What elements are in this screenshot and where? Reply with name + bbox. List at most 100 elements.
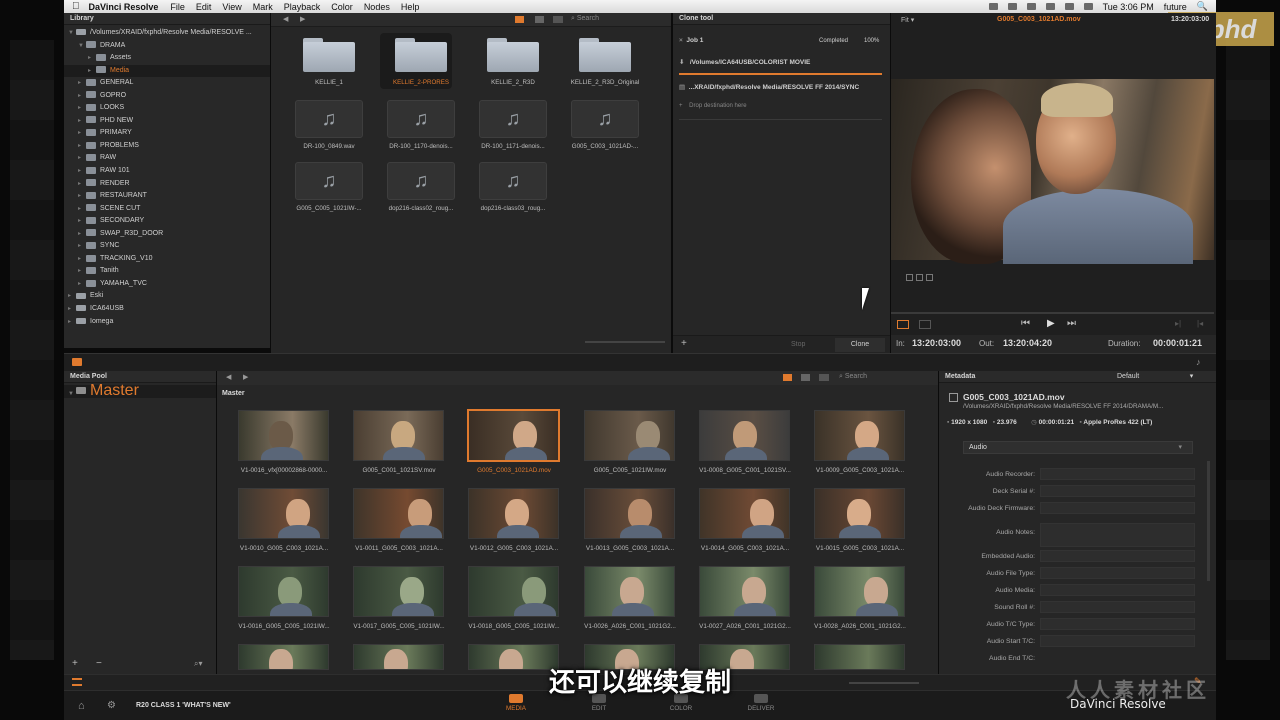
list-toggle-icon[interactable] [72, 678, 82, 686]
tree-item[interactable]: ▸ GOPRO [64, 90, 270, 103]
tree-item[interactable]: ▸ RESTAURANT [64, 190, 270, 203]
grid-view-icon[interactable] [783, 374, 792, 381]
tree-item[interactable]: ▸ Tanith [64, 265, 270, 278]
menu-edit[interactable]: Edit [196, 2, 212, 12]
clip-thumbnail[interactable] [699, 566, 790, 617]
stop-button[interactable]: Stop [791, 341, 805, 348]
remove-bin-icon[interactable]: − [96, 658, 102, 669]
apple-icon[interactable]:  [72, 1, 80, 12]
play-icon[interactable]: ▶ [1047, 318, 1055, 329]
search-bin-icon[interactable]: ⌕▾ [194, 659, 203, 669]
sort-icon[interactable] [819, 374, 829, 381]
audio-file-icon[interactable]: ♫ [571, 100, 639, 138]
metadata-group-dropdown[interactable]: Audio ▾ [963, 441, 1193, 454]
clip-label[interactable]: V1-0014_G005_C003_1021A... [685, 545, 805, 552]
metadata-field-input[interactable] [1040, 618, 1195, 630]
add-bin-icon[interactable]: + [72, 658, 78, 669]
add-job-icon[interactable]: + [681, 338, 687, 349]
tree-item[interactable]: ▸ GENERAL [64, 77, 270, 90]
media-pool-icon[interactable] [72, 358, 82, 366]
audio-file-icon[interactable]: ♫ [295, 100, 363, 138]
disclosure-icon[interactable]: ▸ [78, 178, 86, 191]
metadata-preset[interactable]: Default ▾ [1117, 371, 1193, 383]
tree-root[interactable]: ▼/Volumes/XRAID/fxphd/Resolve Media/RESO… [64, 27, 270, 40]
clip-label[interactable]: V1-0012_G005_C003_1021A... [454, 545, 574, 552]
folder-icon[interactable] [303, 38, 355, 72]
md-scrollbar[interactable] [1207, 461, 1210, 581]
metadata-field-input[interactable] [1040, 635, 1195, 647]
clip-thumbnail[interactable] [584, 488, 675, 539]
clip-label[interactable]: V1-0028_A026_C001_1021G2... [800, 623, 920, 630]
clip-thumbnail[interactable] [353, 644, 444, 670]
settings-icon[interactable]: ⚙ [107, 700, 116, 711]
tree-item[interactable]: ▸ PHD NEW [64, 115, 270, 128]
clip-label[interactable]: V1-0009_G005_C003_1021A... [800, 467, 920, 474]
clip-label[interactable]: V1-0011_G005_C003_1021A... [339, 545, 459, 552]
tree-item[interactable]: ▸ SECONDARY [64, 215, 270, 228]
disclosure-icon[interactable]: ▸ [78, 165, 86, 178]
clip-thumbnail[interactable] [584, 566, 675, 617]
out-timecode[interactable]: 13:20:04:20 [1003, 338, 1052, 348]
prev-clip-icon[interactable]: |◂ [1197, 319, 1203, 328]
battery-icon[interactable] [1083, 3, 1093, 10]
audio-file-icon[interactable]: ♫ [295, 162, 363, 200]
audio-file-icon[interactable]: ♫ [387, 162, 455, 200]
metadata-field-input[interactable] [1040, 502, 1195, 514]
clone-button[interactable]: Clone [835, 338, 885, 352]
disclosure-icon[interactable]: ▸ [68, 316, 76, 329]
audio-file-label[interactable]: DR-100_1170-denois... [375, 143, 467, 150]
disclosure-icon[interactable]: ▸ [68, 303, 76, 316]
clip-thumbnail[interactable] [353, 488, 444, 539]
disclosure-icon[interactable]: ▸ [78, 152, 86, 165]
clip-label[interactable]: G005_C005_1021IW.mov [570, 467, 690, 474]
clip-thumbnail[interactable] [699, 488, 790, 539]
forward-arrow-icon[interactable]: ▶ [300, 15, 305, 23]
disclosure-icon[interactable]: ▸ [68, 290, 76, 303]
tree-item[interactable]: ▸ RAW 101 [64, 165, 270, 178]
media-pool-search[interactable]: ⌕ Search [839, 373, 867, 381]
tree-item[interactable]: ▸ Eski [64, 290, 270, 303]
clip-thumbnail[interactable] [353, 410, 444, 461]
scrubber-bar[interactable] [891, 312, 1214, 314]
audio-meter-icon[interactable]: ♪ [1196, 357, 1201, 367]
clip-thumbnail[interactable] [699, 410, 790, 461]
audio-file-label[interactable]: dop216-class02_roug... [375, 205, 467, 212]
clip-thumbnail[interactable] [353, 566, 444, 617]
clip-label[interactable]: G005_C001_1021SV.mov [339, 467, 459, 474]
menubar-user[interactable]: future [1164, 2, 1187, 12]
disclosure-icon[interactable]: ▸ [78, 115, 86, 128]
spotlight-icon[interactable]: 🔍 [1197, 1, 1208, 12]
audio-file-label[interactable]: G005_C003_1021AD-... [559, 143, 651, 150]
menu-playback[interactable]: Playback [284, 2, 321, 12]
tree-item[interactable]: ▼ DRAMA [64, 40, 270, 53]
audio-icon[interactable] [919, 320, 931, 329]
browser-search[interactable]: ⌕ Search [571, 15, 599, 23]
folder-icon[interactable] [487, 38, 539, 72]
list-view-icon[interactable] [535, 16, 544, 23]
menu-mark[interactable]: Mark [253, 2, 273, 12]
clip-thumbnail[interactable] [238, 410, 329, 461]
clip-thumbnail[interactable] [814, 488, 905, 539]
clip-thumbnail[interactable] [814, 566, 905, 617]
folder-label[interactable]: KELLIE_2_R3D [467, 79, 559, 86]
status-icon[interactable] [1007, 3, 1017, 10]
clip-label[interactable]: V1-0018_G005_C005_1021IW... [454, 623, 574, 630]
clip-thumbnail[interactable] [238, 488, 329, 539]
disclosure-icon[interactable]: ▸ [78, 203, 86, 216]
rewind-icon[interactable]: ⏮ [1021, 318, 1030, 329]
disclosure-icon[interactable]: ▸ [88, 52, 96, 65]
status-icon[interactable] [1026, 3, 1036, 10]
disclosure-icon[interactable]: ▸ [78, 140, 86, 153]
disclosure-icon[interactable]: ▸ [78, 228, 86, 241]
audio-file-label[interactable]: dop216-class03_roug... [467, 205, 559, 212]
tree-item[interactable]: ▸ Media [64, 64, 270, 78]
tree-item[interactable]: ▸ SWAP_R3D_DOOR [64, 228, 270, 241]
clip-thumbnail[interactable] [238, 566, 329, 617]
tree-item[interactable]: ▸ PRIMARY [64, 127, 270, 140]
tree-item[interactable]: ▸ SCENE CUT [64, 203, 270, 216]
thumb-size-slider[interactable] [849, 682, 919, 684]
clip-thumbnail[interactable] [814, 410, 905, 461]
menu-color[interactable]: Color [331, 2, 353, 12]
disclosure-icon[interactable]: ▸ [78, 278, 86, 291]
metadata-field-input[interactable] [1040, 601, 1195, 613]
